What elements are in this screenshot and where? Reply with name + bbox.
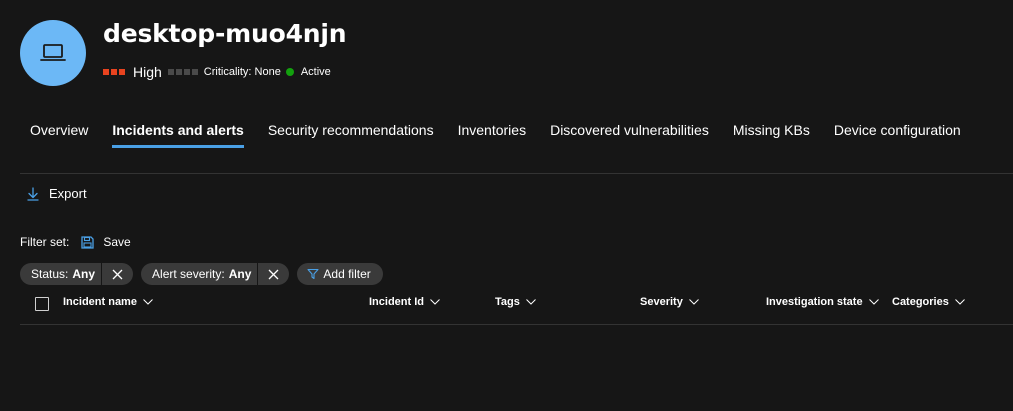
filter-set: Filter set: Save bbox=[20, 235, 131, 249]
chevron-down-icon bbox=[143, 299, 153, 305]
chevron-down-icon bbox=[688, 299, 699, 305]
risk-level-indicator bbox=[103, 69, 127, 75]
tab-missing-kbs[interactable]: Missing KBs bbox=[721, 118, 822, 148]
tab-inventories[interactable]: Inventories bbox=[446, 118, 538, 148]
status-dot-icon bbox=[285, 68, 294, 76]
device-avatar bbox=[20, 20, 86, 86]
select-all-checkbox[interactable] bbox=[35, 297, 49, 311]
column-categories[interactable]: Categories bbox=[892, 296, 965, 308]
tab-incidents-and-alerts[interactable]: Incidents and alerts bbox=[100, 118, 255, 148]
export-button[interactable]: Export bbox=[27, 186, 87, 201]
filter-chip-name: Alert severity: bbox=[152, 267, 225, 281]
column-severity[interactable]: Severity bbox=[640, 296, 699, 308]
tab-overview[interactable]: Overview bbox=[18, 118, 100, 148]
filter-chip-value: Any bbox=[72, 267, 96, 281]
chevron-down-icon bbox=[430, 299, 440, 305]
device-meta: High Criticality: None Active bbox=[103, 63, 331, 81]
column-investigation-state[interactable]: Investigation state bbox=[766, 296, 879, 308]
table-header-divider bbox=[20, 324, 1013, 325]
column-incident-name[interactable]: Incident name bbox=[63, 296, 153, 308]
download-icon bbox=[27, 186, 39, 201]
save-icon bbox=[81, 235, 94, 249]
tabs-divider bbox=[20, 173, 1013, 174]
filter-chips: Status: Any Alert severity: Any Add filt… bbox=[20, 263, 391, 285]
criticality-indicator bbox=[167, 69, 200, 75]
tab-security-recommendations[interactable]: Security recommendations bbox=[256, 118, 446, 148]
table-header: Incident name Incident Id Tags Severity … bbox=[20, 294, 1013, 314]
filter-chip-value: Any bbox=[228, 267, 252, 281]
device-name: desktop-muo4njn bbox=[103, 19, 347, 48]
export-label: Export bbox=[49, 186, 87, 201]
filter-chip-alert-severity[interactable]: Alert severity: Any bbox=[141, 263, 290, 285]
chevron-down-icon bbox=[526, 299, 536, 305]
close-icon bbox=[112, 269, 123, 279]
close-icon bbox=[268, 269, 279, 279]
chevron-down-icon bbox=[868, 299, 879, 305]
filter-add-icon bbox=[307, 268, 319, 280]
column-incident-id[interactable]: Incident Id bbox=[369, 296, 440, 308]
add-filter-label: Add filter bbox=[323, 267, 371, 281]
save-label: Save bbox=[103, 235, 131, 249]
save-filter-set-button[interactable]: Save bbox=[81, 235, 131, 249]
filter-chip-name: Status: bbox=[31, 267, 69, 281]
remove-status-filter-button[interactable] bbox=[101, 263, 133, 285]
laptop-icon bbox=[40, 44, 66, 61]
status-label: Active bbox=[300, 66, 331, 78]
risk-level-label: High bbox=[133, 64, 162, 80]
add-filter-button[interactable]: Add filter bbox=[297, 263, 383, 285]
column-tags[interactable]: Tags bbox=[495, 296, 536, 308]
remove-alert-severity-filter-button[interactable] bbox=[257, 263, 289, 285]
criticality-label: Criticality: None bbox=[203, 66, 281, 78]
tab-discovered-vulnerabilities[interactable]: Discovered vulnerabilities bbox=[538, 118, 721, 148]
tab-bar: Overview Incidents and alerts Security r… bbox=[18, 118, 973, 148]
tab-device-configuration[interactable]: Device configuration bbox=[822, 118, 973, 148]
filter-chip-status[interactable]: Status: Any bbox=[20, 263, 134, 285]
chevron-down-icon bbox=[955, 299, 965, 305]
filter-set-label: Filter set: bbox=[20, 235, 70, 249]
